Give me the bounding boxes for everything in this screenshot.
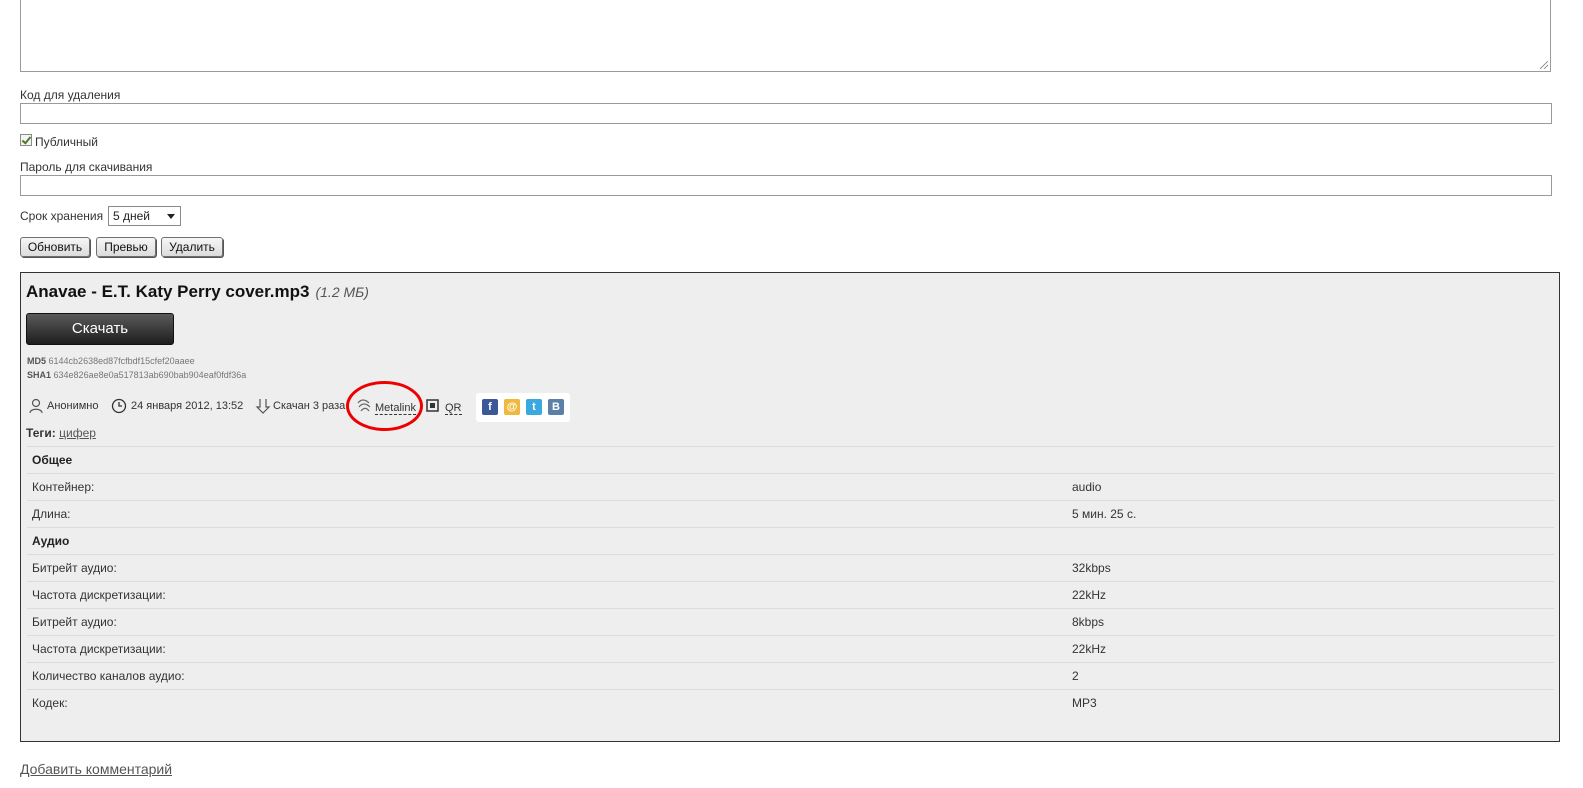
table-row: Частота дискретизации: 22kHz	[27, 635, 1554, 663]
download-count: Скачан 3 раза	[273, 400, 346, 412]
public-checkbox[interactable]	[20, 134, 32, 146]
table-row: Кодек: MP3	[27, 689, 1554, 716]
property-label: Длина:	[27, 500, 1067, 528]
highlight-ring	[346, 381, 423, 431]
file-name: Anavae - E.T. Katy Perry cover.mp3	[26, 282, 310, 301]
add-comment-link[interactable]: Добавить комментарий	[20, 761, 172, 777]
download-password-input[interactable]	[20, 175, 1552, 196]
facebook-icon[interactable]: f	[482, 399, 498, 415]
file-size: (1.2 МБ)	[315, 284, 369, 300]
property-value: 32kbps	[1067, 554, 1554, 582]
tags-line: Теги: цифер	[26, 426, 96, 440]
public-label: Публичный	[35, 135, 99, 149]
sha1-label: SHA1	[27, 370, 52, 380]
table-row: Битрейт аудио: 32kbps	[27, 554, 1554, 582]
download-button[interactable]: Скачать	[26, 313, 174, 345]
property-value: MP3	[1067, 689, 1554, 716]
section-header-row: Общее	[27, 446, 1554, 474]
update-button[interactable]: Обновить	[20, 237, 90, 257]
sha1-value: 634e826ae8e0a517813ab690bab904eaf0fdf36a	[53, 370, 247, 380]
storage-period-select[interactable]: 5 дней	[108, 206, 181, 226]
md5-label: MD5	[27, 356, 47, 366]
social-share-bar: f @ t B	[476, 393, 570, 422]
upload-date: 24 января 2012, 13:52	[131, 400, 244, 412]
section-title: Общее	[27, 446, 1554, 474]
table-row: Битрейт аудио: 8kbps	[27, 608, 1554, 636]
property-label: Кодек:	[27, 689, 1067, 716]
delete-button[interactable]: Удалить	[161, 237, 223, 257]
mail-icon[interactable]: @	[504, 399, 520, 415]
media-info-table: Общее Контейнер: audio Длина: 5 мин. 25 с. Ау…	[27, 446, 1554, 716]
author-name: Анонимно	[47, 400, 99, 412]
property-label: Частота дискретизации:	[27, 581, 1067, 609]
clock-icon	[111, 398, 127, 416]
property-value: 22kHz	[1067, 635, 1554, 663]
section-title: Аудио	[27, 527, 1554, 555]
property-value: 5 мин. 25 с.	[1067, 500, 1554, 528]
table-row: Длина: 5 мин. 25 с.	[27, 500, 1554, 528]
tags-label: Теги:	[26, 426, 56, 440]
property-value: audio	[1067, 473, 1554, 501]
property-value: 8kbps	[1067, 608, 1554, 636]
storage-period-value: 5 дней	[113, 209, 151, 223]
user-icon	[29, 398, 43, 416]
preview-button[interactable]: Превью	[96, 237, 156, 257]
resize-grip-icon[interactable]	[1540, 61, 1548, 69]
qr-link[interactable]: QR	[445, 400, 462, 418]
sha1-line: SHA1 634e826ae8e0a517813ab690bab904eaf0f…	[27, 370, 246, 380]
qr-label: QR	[445, 402, 462, 415]
delete-code-input[interactable]	[20, 103, 1552, 124]
vkontakte-icon[interactable]: B	[548, 399, 564, 415]
property-label: Контейнер:	[27, 473, 1067, 501]
property-label: Количество каналов аудио:	[27, 662, 1067, 690]
property-label: Битрейт аудио:	[27, 554, 1067, 582]
storage-period-label: Срок хранения	[20, 209, 104, 223]
property-label: Частота дискретизации:	[27, 635, 1067, 663]
delete-code-label: Код для удаления	[20, 88, 121, 102]
tag-link[interactable]: цифер	[59, 426, 96, 440]
table-row: Контейнер: audio	[27, 473, 1554, 501]
download-arrow-icon	[255, 398, 271, 416]
download-password-label: Пароль для скачивания	[20, 160, 153, 174]
table-row: Частота дискретизации: 22kHz	[27, 581, 1554, 609]
md5-line: MD5 6144cb2638ed87fcfbdf15cfef20aaee	[27, 356, 195, 366]
qr-icon	[426, 399, 439, 417]
property-value: 22kHz	[1067, 581, 1554, 609]
md5-value: 6144cb2638ed87fcfbdf15cfef20aaee	[48, 356, 195, 366]
chevron-down-icon	[167, 214, 175, 219]
file-title: Anavae - E.T. Katy Perry cover.mp3 (1.2 М…	[26, 282, 369, 302]
description-textarea[interactable]	[20, 0, 1551, 72]
table-row: Количество каналов аудио: 2	[27, 662, 1554, 690]
property-value: 2	[1067, 662, 1554, 690]
twitter-icon[interactable]: t	[526, 399, 542, 415]
property-label: Битрейт аудио:	[27, 608, 1067, 636]
section-header-row: Аудио	[27, 527, 1554, 555]
